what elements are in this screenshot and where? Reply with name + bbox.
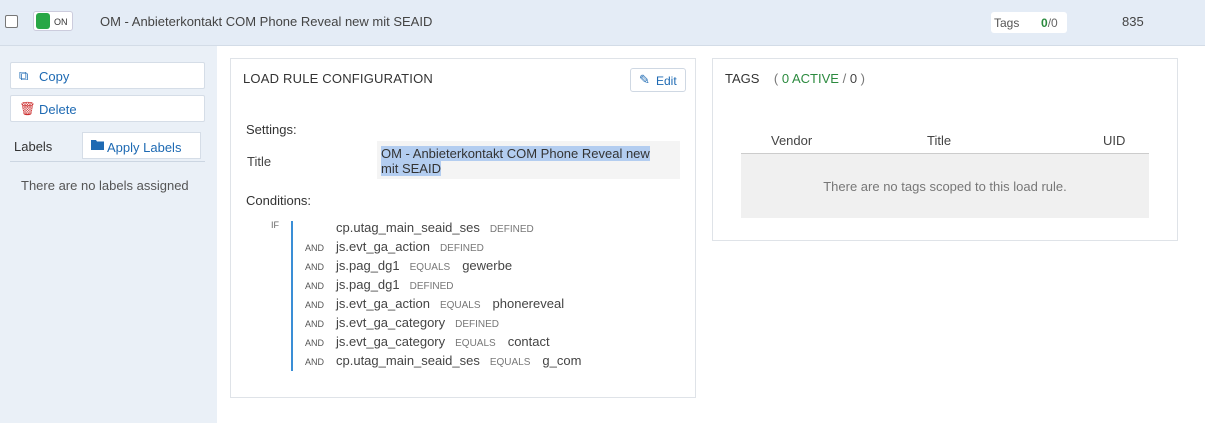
tags-table-body: There are no tags scoped to this load ru… <box>741 154 1149 218</box>
condition-variable: cp.utag_main_seaid_ses <box>336 220 480 235</box>
condition-expression: js.evt_ga_category EQUALS contact <box>336 334 550 349</box>
condition-keyword: AND <box>305 319 325 329</box>
condition-variable: js.evt_ga_category <box>336 334 446 349</box>
condition-variable: js.pag_dg1 <box>336 277 400 292</box>
folder-icon <box>91 138 104 153</box>
rule-title[interactable]: OM - Anbieterkontakt COM Phone Reveal ne… <box>100 14 432 29</box>
tags-badge-count: 0/0 <box>1041 16 1058 30</box>
copy-icon: ⧉ <box>19 68 29 83</box>
condition-expression: js.evt_ga_action EQUALS phonereveal <box>336 296 564 311</box>
condition-value: contact <box>507 334 550 349</box>
condition-keyword: AND <box>305 338 325 348</box>
panel-title: LOAD RULE CONFIGURATION <box>243 71 433 86</box>
condition-expression: js.evt_ga_category DEFINED <box>336 315 511 330</box>
condition-variable: cp.utag_main_seaid_ses <box>336 353 480 368</box>
condition-expression: cp.utag_main_seaid_ses EQUALS g_com <box>336 353 581 368</box>
condition-value: gewerbe <box>462 258 513 273</box>
condition-keyword: AND <box>305 281 325 291</box>
rule-id: 835 <box>1122 14 1144 29</box>
condition-variable: js.evt_ga_action <box>336 239 430 254</box>
condition-row: AND js.pag_dg1 EQUALS gewerbe <box>231 258 691 276</box>
condition-operator: DEFINED <box>409 281 454 292</box>
condition-expression: js.pag_dg1 DEFINED <box>336 277 466 292</box>
condition-row: AND js.evt_ga_category EQUALS contact <box>231 334 691 352</box>
condition-operator: DEFINED <box>439 243 484 254</box>
column-uid[interactable]: UID <box>1103 133 1125 148</box>
rule-header-row: ON OM - Anbieterkontakt COM Phone Reveal… <box>0 0 1205 46</box>
no-labels-message: There are no labels assigned <box>21 178 189 193</box>
load-rule-configuration-panel: LOAD RULE CONFIGURATION ✎ Edit Settings:… <box>230 58 696 398</box>
trash-icon: 🗑 <box>19 101 36 116</box>
toggle-label: ON <box>54 17 68 27</box>
condition-expression: js.evt_ga_action DEFINED <box>336 239 496 254</box>
labels-heading: Labels <box>14 139 53 154</box>
condition-operator: EQUALS <box>489 357 531 368</box>
column-title[interactable]: Title <box>927 133 951 148</box>
tags-table-header: Vendor Title UID <box>741 133 1149 154</box>
condition-row: cp.utag_main_seaid_ses DEFINED <box>231 220 691 238</box>
conditions-label: Conditions: <box>246 193 312 208</box>
labels-divider <box>10 161 205 162</box>
condition-operator: DEFINED <box>489 224 534 235</box>
apply-labels-button[interactable]: Apply Labels <box>82 132 201 159</box>
condition-operator: EQUALS <box>439 300 481 311</box>
row-checkbox[interactable] <box>5 15 18 28</box>
settings-label: Settings: <box>246 122 297 137</box>
condition-operator: EQUALS <box>409 262 451 273</box>
condition-keyword: AND <box>305 300 325 310</box>
tags-heading: TAGS ( 0 ACTIVE / 0 ) <box>725 71 866 86</box>
condition-operator: EQUALS <box>455 338 496 349</box>
condition-row: AND js.evt_ga_action EQUALS phonereveal <box>231 296 691 314</box>
column-vendor[interactable]: Vendor <box>771 133 812 148</box>
tags-count-badge: Tags 0/0 <box>991 12 1067 33</box>
condition-row: AND js.pag_dg1 DEFINED <box>231 277 691 295</box>
condition-expression: cp.utag_main_seaid_ses DEFINED <box>336 220 546 235</box>
condition-row: AND js.evt_ga_category DEFINED <box>231 315 691 333</box>
condition-variable: js.evt_ga_category <box>336 315 446 330</box>
condition-variable: js.evt_ga_action <box>336 296 430 311</box>
condition-keyword: AND <box>305 262 325 272</box>
condition-value: phonereveal <box>492 296 565 311</box>
condition-value: g_com <box>542 353 582 368</box>
pencil-icon: ✎ <box>639 72 650 87</box>
actions-sidebar: ⧉ Copy 🗑 Delete Labels Apply Labels Ther… <box>0 46 217 423</box>
condition-row: AND js.evt_ga_action DEFINED <box>231 239 691 257</box>
condition-keyword: AND <box>305 243 325 253</box>
condition-expression: js.pag_dg1 EQUALS gewerbe <box>336 258 512 273</box>
title-field-label: Title <box>247 154 272 169</box>
tags-panel: TAGS ( 0 ACTIVE / 0 ) Vendor Title UID T… <box>712 58 1178 241</box>
condition-operator: DEFINED <box>455 319 500 330</box>
copy-button[interactable]: ⧉ Copy <box>10 62 205 89</box>
condition-variable: js.pag_dg1 <box>336 258 400 273</box>
delete-button[interactable]: 🗑 Delete <box>10 95 205 122</box>
status-toggle[interactable]: ON <box>33 11 73 31</box>
toggle-knob <box>36 13 50 29</box>
tags-badge-label: Tags <box>994 16 1020 30</box>
condition-row: AND cp.utag_main_seaid_ses EQUALS g_com <box>231 353 691 371</box>
tags-active-count: 0 ACTIVE <box>781 71 839 86</box>
title-value: OM - Anbieterkontakt COM Phone Reveal ne… <box>381 146 650 176</box>
edit-button[interactable]: ✎ Edit <box>630 68 686 92</box>
empty-tags-message: There are no tags scoped to this load ru… <box>823 179 1067 194</box>
condition-keyword: AND <box>305 357 325 367</box>
